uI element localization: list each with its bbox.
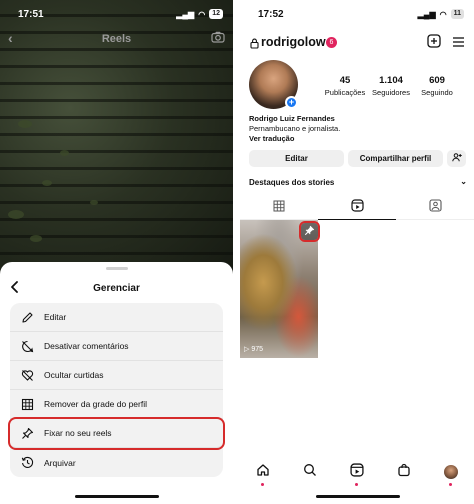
reels-screen: 17:51 ▂▄▆ ◠ 12 ‹ Reels Gerenciar Editar bbox=[0, 0, 233, 504]
menu-item-label: Remover da grade do perfil bbox=[44, 399, 148, 409]
menu-item-remove-from-grid[interactable]: Remover da grade do perfil bbox=[10, 390, 223, 419]
tagged-icon bbox=[428, 199, 442, 217]
menu-item-label: Desativar comentários bbox=[44, 341, 129, 351]
camera-icon[interactable] bbox=[211, 31, 225, 46]
battery-icon: 12 bbox=[209, 9, 223, 19]
home-indicator bbox=[316, 495, 400, 498]
notification-dot bbox=[261, 483, 265, 486]
stat-following[interactable]: 609 Seguindo bbox=[417, 75, 457, 97]
avatar bbox=[443, 465, 458, 479]
profile-tabs bbox=[240, 196, 474, 220]
manage-menu: Editar Desativar comentários Ocultar cur… bbox=[8, 303, 225, 477]
bottom-nav bbox=[240, 458, 474, 486]
grid-icon bbox=[273, 199, 285, 217]
pencil-icon bbox=[20, 310, 34, 324]
notification-dot bbox=[354, 483, 358, 486]
menu-item-hide-likes[interactable]: Ocultar curtidas bbox=[10, 361, 223, 390]
home-indicator bbox=[75, 495, 159, 498]
profile-bio-text: Pernambucano e jornalista. bbox=[249, 124, 341, 133]
stat-value: 1.104 bbox=[379, 75, 403, 86]
add-story-icon[interactable]: + bbox=[285, 96, 298, 109]
menu-item-edit[interactable]: Editar bbox=[10, 303, 223, 332]
edit-profile-button[interactable]: Editar bbox=[249, 150, 344, 167]
add-person-button[interactable] bbox=[447, 150, 466, 167]
grid-remove-icon bbox=[20, 397, 34, 411]
stat-label: Publicações bbox=[324, 88, 366, 97]
story-highlights-toggle[interactable]: Destaques dos stories ⌄ bbox=[249, 177, 467, 187]
translate-link[interactable]: Ver tradução bbox=[249, 134, 340, 144]
status-bar: 17:51 ▂▄▆ ◠ 12 bbox=[0, 8, 233, 22]
tab-grid[interactable] bbox=[240, 196, 318, 220]
archive-icon bbox=[20, 456, 34, 470]
pinned-badge bbox=[299, 221, 320, 242]
notification-dot bbox=[448, 483, 452, 486]
signal-icon: ▂▄▆ bbox=[176, 9, 195, 19]
profile-bio: Rodrigo Luiz Fernandes Pernambucano e jo… bbox=[249, 114, 340, 144]
reel-thumbnail[interactable] bbox=[240, 220, 318, 358]
profile-header: rodrigolow 6 bbox=[240, 32, 474, 52]
menu-item-disable-comments[interactable]: Desativar comentários bbox=[10, 332, 223, 361]
stat-followers[interactable]: 1.104 Seguidores bbox=[370, 75, 412, 97]
status-time: 17:52 bbox=[258, 9, 284, 20]
home-icon bbox=[256, 463, 270, 482]
sheet-title: Gerenciar bbox=[93, 283, 140, 294]
stat-label: Seguidores bbox=[372, 88, 410, 97]
reels-icon bbox=[350, 462, 364, 482]
tab-tagged[interactable] bbox=[396, 196, 474, 220]
create-post-icon[interactable] bbox=[427, 34, 441, 53]
menu-item-pin-to-reels[interactable]: Fixar no seu reels bbox=[8, 417, 225, 450]
nav-search[interactable] bbox=[298, 460, 322, 484]
reels-icon bbox=[350, 198, 364, 217]
reels-header: ‹ Reels bbox=[0, 30, 233, 50]
heart-off-icon bbox=[20, 368, 34, 382]
manage-sheet: Gerenciar Editar Desativar comentários O… bbox=[0, 262, 233, 504]
profile-full-name: Rodrigo Luiz Fernandes bbox=[249, 114, 335, 123]
signal-icon: ▂▄▆ bbox=[417, 9, 436, 19]
view-count-text: 975 bbox=[251, 345, 264, 353]
status-time: 17:51 bbox=[18, 9, 44, 20]
stat-value: 609 bbox=[429, 75, 445, 86]
nav-reels[interactable] bbox=[345, 460, 369, 486]
comment-off-icon bbox=[20, 339, 34, 353]
stat-label: Seguindo bbox=[421, 88, 453, 97]
profile-screen: 17:52 ▂▄▆ ◠ 11 rodrigolow 6 + 45 Publica… bbox=[240, 0, 474, 504]
nav-home[interactable] bbox=[251, 460, 275, 486]
reels-title: Reels bbox=[101, 33, 132, 45]
search-icon bbox=[303, 463, 317, 482]
battery-icon: 11 bbox=[450, 9, 464, 19]
menu-item-label: Arquivar bbox=[44, 457, 76, 468]
shopping-bag-icon bbox=[397, 463, 411, 482]
tab-reels[interactable] bbox=[318, 196, 396, 220]
highlights-label: Destaques dos stories bbox=[249, 178, 335, 187]
lock-icon bbox=[250, 36, 259, 54]
stat-value: 45 bbox=[339, 75, 351, 86]
wifi-icon: ◠ bbox=[198, 9, 206, 19]
profile-username[interactable]: rodrigolow bbox=[261, 35, 326, 49]
menu-item-label: Fixar no seu reels bbox=[44, 428, 112, 438]
sheet-handle[interactable] bbox=[106, 267, 128, 270]
wifi-icon: ◠ bbox=[439, 9, 447, 19]
chevron-down-icon: ⌄ bbox=[460, 177, 467, 186]
menu-item-archive[interactable]: Arquivar bbox=[10, 448, 223, 477]
add-person-icon bbox=[451, 153, 462, 164]
sheet-header: Gerenciar bbox=[0, 278, 233, 298]
pin-icon bbox=[20, 426, 34, 440]
menu-item-label: Ocultar curtidas bbox=[44, 370, 104, 380]
screenshot-divider bbox=[233, 0, 240, 504]
nav-shop[interactable] bbox=[392, 460, 416, 484]
menu-item-label: Editar bbox=[44, 312, 67, 322]
status-bar: 17:52 ▂▄▆ ◠ 11 bbox=[240, 8, 474, 22]
play-icon: ▷ bbox=[244, 346, 250, 353]
notification-badge: 6 bbox=[326, 37, 337, 48]
menu-icon[interactable] bbox=[452, 35, 465, 53]
nav-profile[interactable] bbox=[439, 460, 463, 486]
share-profile-button[interactable]: Compartilhar perfil bbox=[348, 150, 443, 167]
reel-view-count: ▷ 975 bbox=[244, 345, 264, 354]
pin-icon bbox=[304, 223, 315, 241]
stat-posts[interactable]: 45 Publicações bbox=[324, 75, 366, 97]
